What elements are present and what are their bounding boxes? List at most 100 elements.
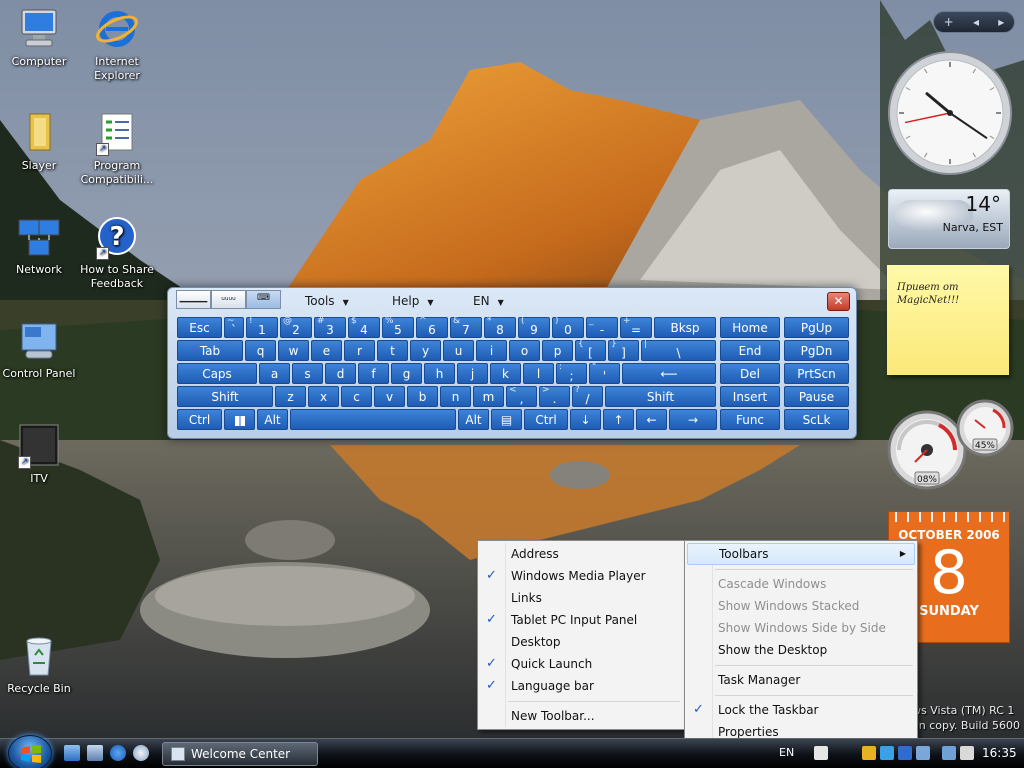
osk-key[interactable]: Tab (177, 340, 243, 361)
osk-key[interactable]: m (473, 386, 504, 407)
osk-key[interactable]: PgUp (784, 317, 849, 338)
osk-key[interactable]: Func (720, 409, 780, 430)
menu-item-task-manager[interactable]: Task Manager (685, 669, 917, 691)
taskbar[interactable]: Welcome Center EN 16:35 (0, 735, 1024, 768)
osk-key[interactable]: Shift (605, 386, 716, 407)
previous-gadgets-button[interactable]: ◂ (973, 15, 979, 29)
osk-key[interactable]: Alt (257, 409, 288, 430)
volume-icon[interactable] (960, 746, 974, 760)
osk-key[interactable]: (9 (518, 316, 550, 338)
osk-key[interactable]: * 8 (484, 316, 516, 338)
desktop-icon-itv[interactable]: ↗ ITV (0, 423, 81, 486)
osk-key[interactable]: h (424, 363, 455, 384)
osk-key[interactable]: ↓ (570, 409, 601, 430)
osk-key[interactable]: e (311, 340, 342, 361)
osk-key[interactable]: PgDn (784, 340, 849, 361)
osk-key[interactable]: Ctrl (177, 409, 222, 430)
show-desktop-icon[interactable] (64, 745, 80, 761)
taskbar-clock[interactable]: 16:35 (982, 746, 1017, 760)
osk-key[interactable]: s (292, 363, 323, 384)
osk-key[interactable]: :; (556, 362, 587, 384)
osk-key[interactable]: }] (608, 339, 639, 361)
desktop-icon-computer[interactable]: Computer (0, 6, 81, 69)
menu-item-toolbars[interactable]: Toolbars ▶ (687, 543, 915, 565)
osk-key[interactable]: q (245, 340, 276, 361)
menu-item-desktop[interactable]: Desktop (478, 631, 684, 653)
osk-key[interactable] (224, 409, 255, 430)
osk-key[interactable]: <, (506, 385, 537, 407)
osk-key[interactable]: Shift (177, 386, 273, 407)
switch-windows-icon[interactable] (87, 745, 103, 761)
osk-key[interactable]: Esc (177, 317, 222, 338)
cpu-meter-gadget[interactable]: 08% 45% (885, 398, 1015, 493)
osk-key[interactable]: Home (720, 317, 780, 338)
osk-key[interactable]: Insert (720, 386, 780, 407)
desktop-icon-program-compatibility[interactable]: ↗ Program Compatibili... (75, 110, 159, 187)
menu-item-show-the-desktop[interactable]: Show the Desktop (685, 639, 917, 661)
desktop-icon-how-to-share-feedback[interactable]: ? ↗ How to Share Feedback (75, 214, 159, 291)
desktop-icon-internet-explorer[interactable]: Internet Explorer (75, 6, 159, 83)
menu-item-show-windows-side-by-side[interactable]: Show Windows Side by Side (685, 617, 917, 639)
menu-item-language-bar[interactable]: ✓ Language bar (478, 675, 684, 697)
osk-close-button[interactable]: ✕ (827, 292, 850, 311)
osk-key[interactable]: {[ (575, 339, 606, 361)
osk-key[interactable]: & 7 (450, 316, 482, 338)
osk-key[interactable]: ~ ` (224, 316, 244, 338)
osk-key[interactable]: ! 1 (246, 316, 278, 338)
osk-key[interactable]: n (440, 386, 471, 407)
desktop-icon-network[interactable]: Network (0, 214, 81, 277)
next-gadgets-button[interactable]: ▸ (998, 15, 1004, 29)
osk-key[interactable]: $4 (348, 316, 380, 338)
osk-key[interactable]: + = (620, 316, 652, 338)
osk-key[interactable]: c (341, 386, 372, 407)
osk-key[interactable]: i (476, 340, 507, 361)
menu-item-tablet-pc-input-panel[interactable]: ✓ Tablet PC Input Panel (478, 609, 684, 631)
tray-app-icon[interactable] (898, 746, 912, 760)
osk-key[interactable]: ? / (572, 385, 603, 407)
security-alert-icon[interactable] (862, 746, 876, 760)
osk-key[interactable]: End (720, 340, 780, 361)
osk-key[interactable]: p (542, 340, 573, 361)
desktop-icon-control-panel[interactable]: Control Panel (0, 318, 81, 381)
osk-key[interactable]: j (457, 363, 488, 384)
osk-tools-menu[interactable]: Tools ▼ (305, 294, 349, 308)
osk-full-view-button[interactable]: ▁▁▁▁ (176, 290, 211, 309)
osk-key[interactable]: l (523, 363, 554, 384)
on-screen-keyboard-window[interactable]: ▁▁▁▁ ᵤᵤᵤᵤ ⌨ Tools ▼ Help ▼ EN ▼ ✕ Esc ~ `! 1 @2… (167, 287, 857, 439)
start-button[interactable] (8, 735, 52, 768)
osk-key[interactable]: o (509, 340, 540, 361)
osk-key[interactable]: → (669, 409, 717, 430)
osk-key[interactable]: PrtScn (784, 363, 849, 384)
osk-key[interactable]: u (443, 340, 474, 361)
osk-key[interactable]: g (391, 363, 422, 384)
notes-gadget[interactable]: Привет от MagicNet!!! (887, 265, 1009, 375)
osk-key[interactable]: f (358, 363, 389, 384)
osk-key[interactable]: k (490, 363, 521, 384)
osk-key[interactable]: >. (539, 385, 570, 407)
osk-titlebar[interactable]: ▁▁▁▁ ᵤᵤᵤᵤ ⌨ Tools ▼ Help ▼ EN ▼ ✕ (168, 288, 856, 316)
taskbar-button-welcome-center[interactable]: Welcome Center (162, 742, 318, 766)
osk-key[interactable]: d (325, 363, 356, 384)
weather-gadget[interactable]: 14° Narva, EST (888, 189, 1010, 249)
osk-key[interactable]: " ' (589, 362, 620, 384)
menu-item-lock-the-taskbar[interactable]: ✓ Lock the Taskbar (685, 699, 917, 721)
tray-app-icon[interactable] (880, 746, 894, 760)
osk-key[interactable]: | \ (641, 339, 716, 361)
osk-help-menu[interactable]: Help ▼ (392, 294, 434, 308)
osk-key[interactable]: w (278, 340, 309, 361)
osk-key[interactable]: ^ 6 (416, 316, 448, 338)
osk-language-menu[interactable]: EN ▼ (473, 294, 504, 308)
osk-key[interactable]: ↑ (603, 409, 634, 430)
tray-app-icon[interactable] (916, 746, 930, 760)
osk-key[interactable]: _ - (586, 316, 618, 338)
osk-key[interactable]: ScLk (784, 409, 849, 430)
osk-key[interactable]: % 5 (382, 316, 414, 338)
osk-key[interactable]: ← (636, 409, 667, 430)
osk-key[interactable]: Alt (458, 409, 489, 430)
menu-item-windows-media-player[interactable]: ✓ Windows Media Player (478, 565, 684, 587)
osk-key[interactable]: y (410, 340, 441, 361)
osk-key[interactable]: #3 (314, 316, 346, 338)
osk-key[interactable]: @2 (280, 316, 312, 338)
osk-keyboard-view-button[interactable]: ⌨ (246, 290, 281, 309)
osk-key[interactable]: ▤ (491, 409, 522, 430)
